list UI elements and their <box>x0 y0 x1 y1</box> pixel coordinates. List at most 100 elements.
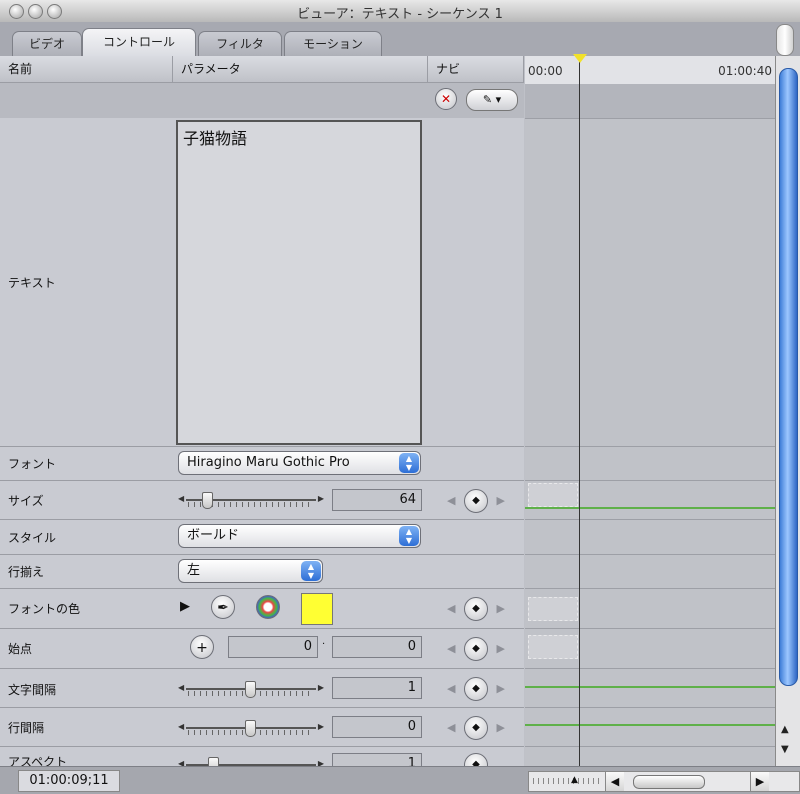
param-label-align: 行揃え <box>8 565 45 579</box>
next-keyframe-icon[interactable]: ▶ <box>497 682 505 695</box>
align-popup-value: 左 <box>187 563 201 578</box>
color-wheel-icon[interactable] <box>256 595 280 619</box>
font-color-swatch[interactable] <box>301 593 333 625</box>
leading-slider[interactable]: ◀ ▶ <box>178 718 324 738</box>
column-header-parameter[interactable]: パラメータ <box>173 56 428 83</box>
timeline-row <box>525 118 775 447</box>
keyframe-diamond-icon[interactable]: ◆ <box>464 753 488 766</box>
popup-arrows-icon: ▲ ▼ <box>399 453 419 473</box>
align-popup[interactable]: 左 ▲ ▼ <box>178 559 323 583</box>
next-keyframe-icon[interactable]: ▶ <box>497 494 505 507</box>
slider-thumb[interactable] <box>202 492 213 509</box>
header-controls-row: ✕ ✎ ▾ <box>0 83 524 119</box>
prev-keyframe-icon[interactable]: ◀ <box>447 721 455 734</box>
playhead[interactable] <box>579 56 580 766</box>
tracking-keyframe-nav: ◀ ◆ ▶ <box>447 677 507 701</box>
slider-right-arrow-icon[interactable]: ▶ <box>318 722 324 731</box>
reset-x-icon[interactable]: ✕ <box>435 88 457 110</box>
param-label-font: フォント <box>8 457 57 471</box>
aspect-keyframe-nav: ◆ <box>447 753 507 766</box>
tracking-value-field[interactable]: 1 <box>332 677 422 699</box>
tab-controls[interactable]: コントロール <box>82 28 196 57</box>
keyframe-value-line <box>525 507 775 509</box>
keyframe-timeline[interactable]: 00:00 01:00:40 <box>525 54 775 766</box>
ruler-start-time: 00:00 <box>528 64 563 78</box>
keyframe-region <box>528 635 578 659</box>
keyframe-diamond-icon[interactable]: ◆ <box>464 597 488 621</box>
slider-right-arrow-icon[interactable]: ▶ <box>318 759 324 766</box>
vertical-scrollbar[interactable]: ▲ ▼ <box>775 56 800 766</box>
style-popup[interactable]: ボールド ▲ ▼ <box>178 524 421 548</box>
prev-keyframe-icon[interactable]: ◀ <box>447 682 455 695</box>
keyframe-diamond-icon[interactable]: ◆ <box>464 489 488 513</box>
param-label-size: サイズ <box>8 494 44 508</box>
param-row-align: 行揃え 左 ▲ ▼ <box>0 555 524 589</box>
param-row-style: スタイル ボールド ▲ ▼ <box>0 520 524 555</box>
param-row-text: テキスト 子猫物語 <box>0 118 524 447</box>
scroll-left-arrow-icon[interactable]: ◀ <box>605 772 624 791</box>
disclosure-triangle-icon[interactable]: ▶ <box>180 599 190 614</box>
timecode-field[interactable]: 01:00:09;11 <box>18 770 120 792</box>
prev-keyframe-icon[interactable]: ◀ <box>447 642 455 655</box>
param-row-font: フォント Hiragino Maru Gothic Pro ▲ ▼ <box>0 447 524 481</box>
font-popup-value: Hiragino Maru Gothic Pro <box>187 455 350 470</box>
slider-thumb[interactable] <box>245 720 256 737</box>
param-row-leading: 行間隔 ◀ ▶ 0 ◀ ◆ ▶ <box>0 708 524 747</box>
slider-thumb[interactable] <box>208 757 219 766</box>
leading-keyframe-nav: ◀ ◆ ▶ <box>447 716 507 740</box>
tab-scroll-handle[interactable] <box>776 24 794 56</box>
style-popup-value: ボールド <box>187 528 240 543</box>
column-header-navi[interactable]: ナビ <box>428 56 524 83</box>
timeline-row <box>525 520 775 555</box>
font-popup[interactable]: Hiragino Maru Gothic Pro ▲ ▼ <box>178 451 421 475</box>
slider-left-arrow-icon[interactable]: ◀ <box>178 683 184 692</box>
column-header-name[interactable]: 名前 <box>0 56 173 83</box>
vertical-scroll-thumb[interactable] <box>779 68 798 686</box>
tab-video[interactable]: ビデオ <box>12 31 82 56</box>
text-input-area[interactable]: 子猫物語 <box>176 120 422 445</box>
param-label-color: フォントの色 <box>8 602 81 616</box>
size-keyframe-nav: ◀ ◆ ▶ <box>447 489 507 513</box>
origin-y-field[interactable]: 0 <box>332 636 422 658</box>
tab-motion[interactable]: モーション <box>284 31 382 56</box>
crosshair-icon[interactable]: + <box>190 635 214 659</box>
keyframe-diamond-icon[interactable]: ◆ <box>464 637 488 661</box>
slider-right-arrow-icon[interactable]: ▶ <box>318 494 324 503</box>
prev-keyframe-icon[interactable]: ◀ <box>447 494 455 507</box>
param-label-aspect: アスペクト <box>8 755 68 766</box>
param-row-tracking: 文字間隔 ◀ ▶ 1 ◀ ◆ ▶ <box>0 669 524 708</box>
playhead-marker-icon[interactable] <box>573 54 587 63</box>
timeline-zoom-scrollbar[interactable]: ▲ ◀ ▶ <box>528 771 800 792</box>
slider-thumb[interactable] <box>245 681 256 698</box>
aspect-slider[interactable]: ◀ ▶ <box>178 755 324 766</box>
timeline-row <box>525 589 775 629</box>
timeline-row <box>525 555 775 589</box>
leading-value-field[interactable]: 0 <box>332 716 422 738</box>
next-keyframe-icon[interactable]: ▶ <box>497 642 505 655</box>
size-slider[interactable]: ◀ ▶ <box>178 490 324 510</box>
scroll-right-arrow-icon[interactable]: ▶ <box>750 772 769 791</box>
keyframe-diamond-icon[interactable]: ◆ <box>464 716 488 740</box>
next-keyframe-icon[interactable]: ▶ <box>497 602 505 615</box>
aspect-value-field[interactable]: 1 <box>332 753 422 766</box>
horizontal-scroll-thumb[interactable] <box>633 775 705 789</box>
tab-filters[interactable]: フィルタ <box>198 31 282 56</box>
timeline-ruler[interactable]: 00:00 01:00:40 <box>525 56 775 85</box>
slider-right-arrow-icon[interactable]: ▶ <box>318 683 324 692</box>
slider-left-arrow-icon[interactable]: ◀ <box>178 759 184 766</box>
keyframe-diamond-icon[interactable]: ◆ <box>464 677 488 701</box>
zoom-marker-icon[interactable]: ▲ <box>571 775 578 785</box>
size-value-field[interactable]: 64 <box>332 489 422 511</box>
eyedropper-icon[interactable]: ✒ <box>211 595 235 619</box>
scroll-up-arrow-icon[interactable]: ▲ <box>781 724 789 735</box>
origin-x-field[interactable]: 0 <box>228 636 318 658</box>
slider-left-arrow-icon[interactable]: ◀ <box>178 494 184 503</box>
tracking-slider[interactable]: ◀ ▶ <box>178 679 324 699</box>
pen-menu-icon[interactable]: ✎ ▾ <box>466 89 518 111</box>
next-keyframe-icon[interactable]: ▶ <box>497 721 505 734</box>
prev-keyframe-icon[interactable]: ◀ <box>447 602 455 615</box>
zoom-ticks <box>533 778 603 784</box>
param-row-size: サイズ ◀ ▶ 64 ◀ ◆ ▶ <box>0 481 524 520</box>
scroll-down-arrow-icon[interactable]: ▼ <box>781 744 789 755</box>
slider-left-arrow-icon[interactable]: ◀ <box>178 722 184 731</box>
